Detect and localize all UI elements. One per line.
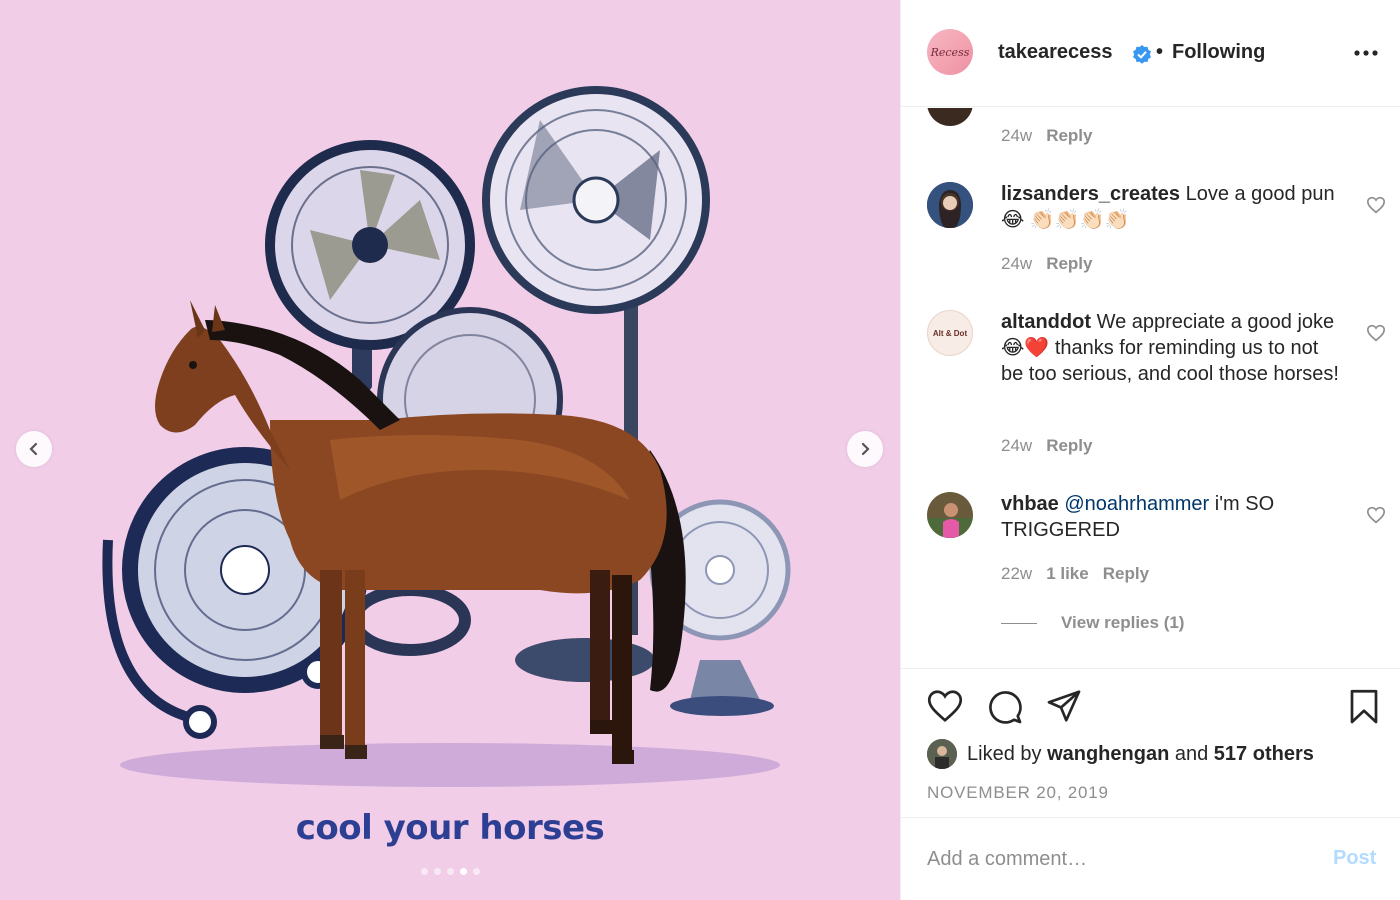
post-image bbox=[102, 86, 791, 787]
carousel-dot bbox=[446, 868, 454, 875]
author-avatar[interactable]: Recess bbox=[927, 29, 973, 75]
carousel-dot bbox=[420, 868, 428, 875]
like-comment-heart-icon[interactable] bbox=[1366, 324, 1386, 342]
avatar-logo-text: Recess bbox=[930, 45, 970, 59]
comment-icon[interactable] bbox=[987, 689, 1023, 725]
comment-like-count[interactable]: 1 like bbox=[1046, 564, 1089, 584]
comment-meta: 24w Reply bbox=[1001, 436, 1092, 456]
save-bookmark-icon[interactable] bbox=[1347, 689, 1381, 725]
avatar-photo bbox=[927, 739, 957, 769]
post-header: Recess takearecess • Following bbox=[901, 0, 1400, 107]
next-slide-button[interactable] bbox=[847, 431, 883, 467]
liker-avatar[interactable] bbox=[927, 739, 957, 769]
comment-input[interactable] bbox=[927, 844, 1307, 874]
post-caption-text: cool your horses bbox=[295, 808, 605, 848]
reply-button[interactable]: Reply bbox=[1046, 436, 1092, 456]
commenter-avatar[interactable] bbox=[927, 108, 973, 126]
comment-meta: 24w Reply bbox=[1001, 254, 1092, 274]
carousel-dot-active bbox=[459, 868, 467, 875]
liked-by-and: and bbox=[1174, 742, 1209, 765]
avatar-photo bbox=[927, 182, 973, 228]
comment-time: 22w bbox=[1001, 564, 1033, 583]
view-replies-label: View replies (1) bbox=[1061, 613, 1185, 632]
following-button[interactable]: Following bbox=[1172, 41, 1265, 64]
like-comment-heart-icon[interactable] bbox=[1366, 506, 1386, 524]
comment-text: vhbae @noahrhammer i'm SO TRIGGERED bbox=[1001, 491, 1346, 543]
chevron-right-icon bbox=[861, 442, 870, 456]
avatar-photo bbox=[927, 492, 973, 538]
divider-line bbox=[1001, 622, 1037, 624]
carousel-dots bbox=[0, 868, 900, 875]
more-icon[interactable] bbox=[1353, 40, 1379, 66]
like-comment-heart-icon[interactable] bbox=[1366, 196, 1386, 214]
likes-others-link[interactable]: 517 others bbox=[1214, 743, 1314, 765]
post-comment-button[interactable]: Post bbox=[1333, 847, 1376, 870]
carousel-dot bbox=[433, 868, 441, 875]
comments-list: 24w Reply lizsanders_creates Love a good… bbox=[901, 108, 1400, 668]
commenter-avatar[interactable]: Alt & Dot bbox=[927, 310, 973, 356]
post-date[interactable]: NOVEMBER 20, 2019 bbox=[927, 783, 1109, 803]
author-username[interactable]: takearecess bbox=[998, 41, 1113, 64]
comment-username[interactable]: lizsanders_creates bbox=[1001, 183, 1180, 205]
reply-button[interactable]: Reply bbox=[1103, 564, 1149, 584]
comment-text: lizsanders_creates Love a good pun 😂 👏🏻👏… bbox=[1001, 181, 1346, 233]
commenter-avatar[interactable] bbox=[927, 492, 973, 538]
separator-dot: • bbox=[1156, 41, 1164, 63]
comment-username[interactable]: altanddot bbox=[1001, 311, 1091, 333]
post-media: cool your horses bbox=[0, 0, 900, 900]
carousel-dot bbox=[472, 868, 480, 875]
share-send-icon[interactable] bbox=[1046, 689, 1082, 723]
comment-text: altanddot We appreciate a good joke 😂❤️ … bbox=[1001, 309, 1346, 387]
liked-by-prefix: Liked by bbox=[967, 742, 1042, 765]
comment-time: 24w bbox=[1001, 254, 1033, 273]
post-side-panel: Recess takearecess • Following 24w Reply bbox=[900, 0, 1400, 900]
reply-button[interactable]: Reply bbox=[1046, 126, 1092, 146]
reply-button[interactable]: Reply bbox=[1046, 254, 1092, 274]
post-actions: Liked by wanghengan and 517 others NOVEM… bbox=[901, 668, 1400, 818]
commenter-avatar[interactable] bbox=[927, 182, 973, 228]
comment-time: 24w bbox=[1001, 436, 1033, 455]
previous-slide-button[interactable] bbox=[16, 431, 52, 467]
comment-username[interactable]: vhbae bbox=[1001, 493, 1059, 515]
liked-by-summary: Liked by wanghengan and 517 others bbox=[927, 739, 1314, 769]
add-comment-bar: Post bbox=[901, 817, 1400, 900]
like-heart-icon[interactable] bbox=[927, 689, 963, 723]
comment-meta: 24w Reply bbox=[1001, 126, 1092, 146]
avatar-logo-text: Alt & Dot bbox=[932, 328, 968, 338]
chevron-left-icon bbox=[29, 442, 38, 456]
comment-mention-link[interactable]: @noahrhammer bbox=[1064, 493, 1209, 515]
comment-meta: 22w 1 like Reply bbox=[1001, 564, 1149, 584]
liked-by-user[interactable]: wanghengan bbox=[1047, 743, 1169, 765]
verified-badge-icon bbox=[1133, 45, 1151, 64]
comment-time: 24w bbox=[1001, 126, 1033, 145]
view-replies-button[interactable]: View replies (1) bbox=[1001, 613, 1184, 633]
